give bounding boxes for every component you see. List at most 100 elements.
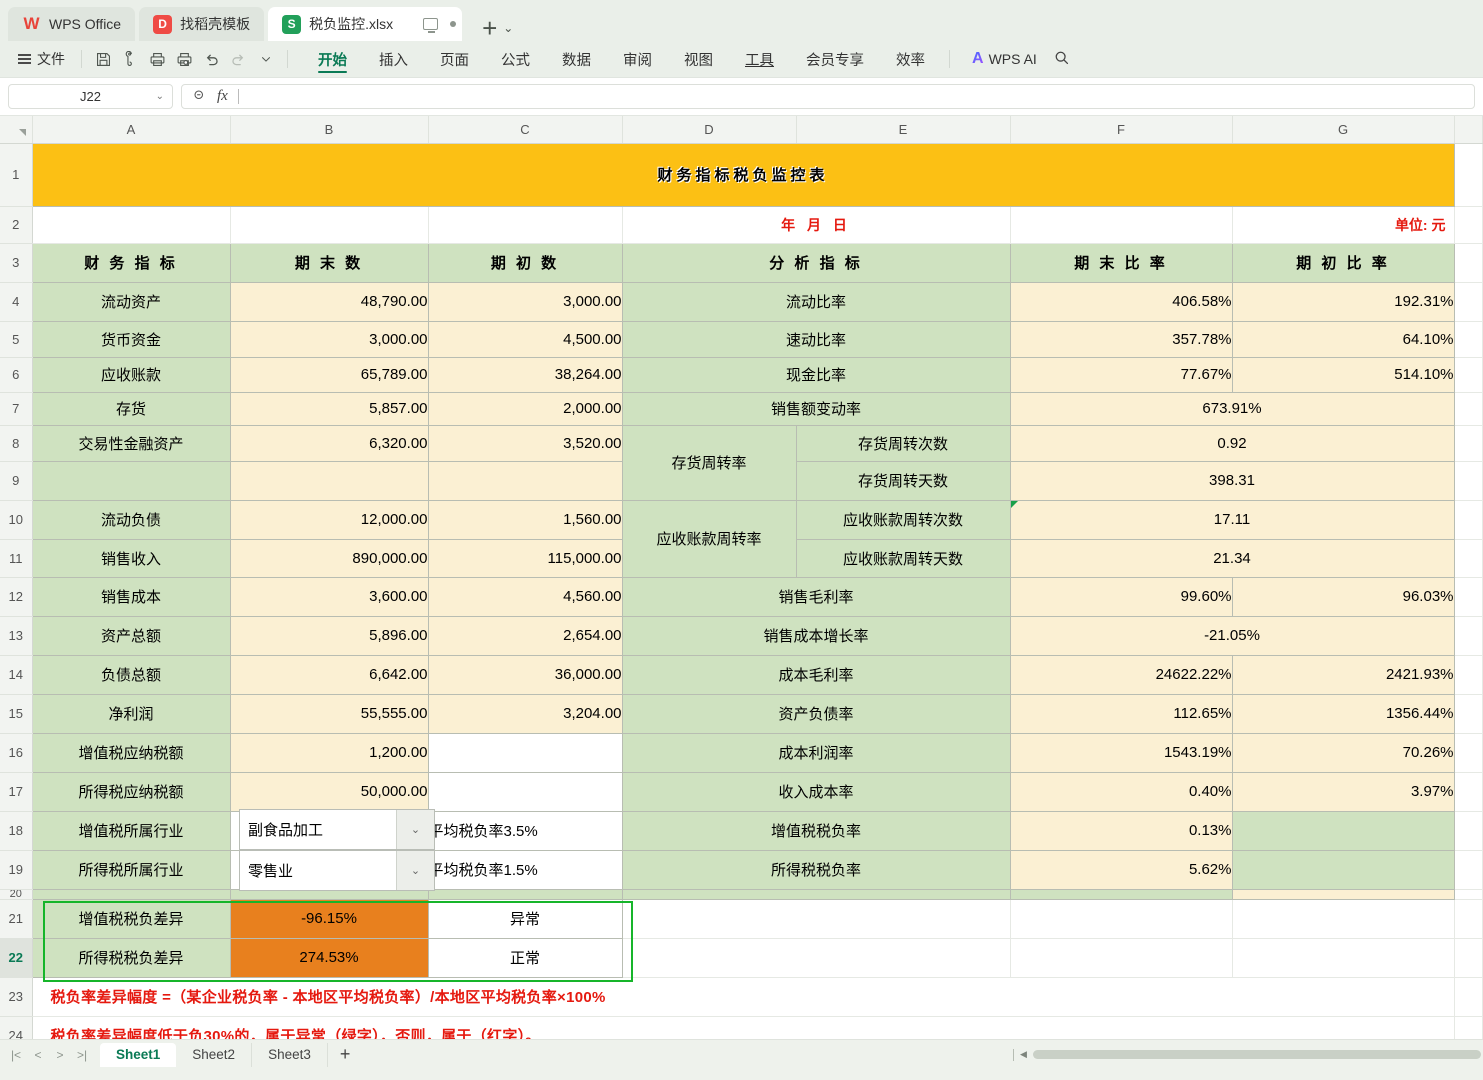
label-income-tax-burden-difference[interactable]: 所得税税负差异 bbox=[32, 938, 230, 977]
value-current-assets-end[interactable]: 48,790.00 bbox=[230, 282, 428, 321]
cell-F20[interactable] bbox=[1010, 889, 1232, 899]
value-sales-revenue-end[interactable]: 890,000.00 bbox=[230, 539, 428, 577]
last-sheet-icon[interactable]: >| bbox=[72, 1048, 92, 1062]
cell-blank[interactable] bbox=[1454, 357, 1483, 392]
save-as-icon[interactable] bbox=[117, 47, 144, 72]
vat-industry-value[interactable]: 副食品加工 bbox=[240, 810, 396, 849]
app-tab-docer-template[interactable]: D 找稻壳模板 bbox=[139, 7, 264, 41]
presentation-screen-icon[interactable] bbox=[423, 18, 438, 30]
row-header-21[interactable]: 21 bbox=[0, 899, 32, 938]
formula-input[interactable]: fx bbox=[181, 84, 1475, 109]
value-vat-payable-end[interactable]: 1,200.00 bbox=[230, 733, 428, 772]
cell-DE22[interactable] bbox=[622, 938, 1010, 977]
value-cost-profit-ratio-begin[interactable]: 70.26% bbox=[1232, 733, 1454, 772]
search-icon[interactable] bbox=[1053, 49, 1070, 69]
value-debt-asset-ratio-begin[interactable]: 1356.44% bbox=[1232, 694, 1454, 733]
label-vat-payable[interactable]: 增值税应纳税额 bbox=[32, 733, 230, 772]
label-debt-asset-ratio[interactable]: 资产负债率 bbox=[622, 694, 1010, 733]
ribbon-tab-tools[interactable]: 工具 bbox=[729, 42, 790, 76]
sheet-tab-sheet2[interactable]: Sheet2 bbox=[176, 1043, 252, 1067]
more-quick-actions-icon[interactable] bbox=[252, 47, 279, 72]
label-total-liabilities[interactable]: 负债总额 bbox=[32, 655, 230, 694]
value-debt-asset-ratio-end[interactable]: 112.65% bbox=[1010, 694, 1232, 733]
chevron-down-icon[interactable]: ⌄ bbox=[156, 91, 164, 102]
label-current-assets[interactable]: 流动资产 bbox=[32, 282, 230, 321]
cell-blank[interactable] bbox=[1454, 616, 1483, 655]
cell-blank[interactable] bbox=[1454, 392, 1483, 425]
value-sales-change-rate[interactable]: 673.91% bbox=[1010, 392, 1454, 425]
label-vat-burden-difference[interactable]: 增值税税负差异 bbox=[32, 899, 230, 938]
row-header-12[interactable]: 12 bbox=[0, 577, 32, 616]
cell-B2[interactable] bbox=[230, 206, 428, 243]
label-cash-ratio[interactable]: 现金比率 bbox=[622, 357, 1010, 392]
label-vat-burden-rate[interactable]: 增值税税负率 bbox=[622, 811, 1010, 850]
header-analysis[interactable]: 分 析 指 标 bbox=[622, 243, 1010, 282]
value-accounts-receivable-end[interactable]: 65,789.00 bbox=[230, 357, 428, 392]
next-sheet-icon[interactable]: > bbox=[50, 1048, 70, 1062]
row-header-15[interactable]: 15 bbox=[0, 694, 32, 733]
value-gross-profit-margin-begin[interactable]: 96.03% bbox=[1232, 577, 1454, 616]
label-inventory-turnover-days[interactable]: 存货周转天数 bbox=[796, 461, 1010, 500]
value-cash-ratio-end[interactable]: 77.67% bbox=[1010, 357, 1232, 392]
row-header-11[interactable]: 11 bbox=[0, 539, 32, 577]
file-menu-button[interactable]: 文件 bbox=[10, 49, 73, 69]
column-header-G[interactable]: G bbox=[1232, 116, 1454, 143]
ribbon-tab-efficiency[interactable]: 效率 bbox=[880, 42, 941, 76]
label-blank-row[interactable] bbox=[32, 461, 230, 500]
cell-F21[interactable] bbox=[1010, 899, 1232, 938]
ribbon-tab-formula[interactable]: 公式 bbox=[485, 42, 546, 76]
row-header-8[interactable]: 8 bbox=[0, 425, 32, 461]
header-indicator[interactable]: 财 务 指 标 bbox=[32, 243, 230, 282]
income-tax-industry-value[interactable]: 零售业 bbox=[240, 851, 396, 890]
column-header-A[interactable]: A bbox=[32, 116, 230, 143]
save-icon[interactable] bbox=[90, 47, 117, 72]
cell-DE20[interactable] bbox=[622, 889, 1010, 899]
cell-blank[interactable] bbox=[1454, 425, 1483, 461]
value-income-tax-burden-difference[interactable]: 274.53% bbox=[230, 938, 428, 977]
value-revenue-cost-ratio-begin[interactable]: 3.97% bbox=[1232, 772, 1454, 811]
chevron-down-icon[interactable]: ⌄ bbox=[503, 21, 513, 35]
value-total-liabilities-end[interactable]: 6,642.00 bbox=[230, 655, 428, 694]
value-cash-ratio-begin[interactable]: 514.10% bbox=[1232, 357, 1454, 392]
app-tab-workbook[interactable]: S 税负监控.xlsx bbox=[268, 7, 462, 41]
value-vat-payable-begin[interactable] bbox=[428, 733, 622, 772]
row-header-23[interactable]: 23 bbox=[0, 977, 32, 1016]
sheet-tab-sheet1[interactable]: Sheet1 bbox=[100, 1043, 176, 1067]
header-end-amount[interactable]: 期 末 数 bbox=[230, 243, 428, 282]
chevron-down-icon[interactable]: ⌄ bbox=[396, 851, 434, 890]
label-gross-profit-margin[interactable]: 销售毛利率 bbox=[622, 577, 1010, 616]
print-icon[interactable] bbox=[144, 47, 171, 72]
label-income-tax-payable[interactable]: 所得税应纳税额 bbox=[32, 772, 230, 811]
sheet-title[interactable]: 财务指标税负监控表 bbox=[32, 143, 1454, 206]
income-tax-industry-note[interactable]: 平均税负率1.5% bbox=[428, 850, 622, 889]
row-header-1[interactable]: 1 bbox=[0, 143, 32, 206]
date-label[interactable]: 年 月 日 bbox=[622, 206, 1010, 243]
cell-blank[interactable] bbox=[1454, 889, 1483, 899]
value-quick-ratio-begin[interactable]: 64.10% bbox=[1232, 321, 1454, 357]
prev-sheet-icon[interactable]: < bbox=[28, 1048, 48, 1062]
row-header-22[interactable]: 22 bbox=[0, 938, 32, 977]
value-inventory-begin[interactable]: 2,000.00 bbox=[428, 392, 622, 425]
cell-blank[interactable] bbox=[1454, 461, 1483, 500]
row-header-2[interactable]: 2 bbox=[0, 206, 32, 243]
insert-function-icon[interactable] bbox=[192, 88, 207, 106]
value-income-tax-payable-begin[interactable] bbox=[428, 772, 622, 811]
label-inventory-turnover-times[interactable]: 存货周转次数 bbox=[796, 425, 1010, 461]
value-net-profit-begin[interactable]: 3,204.00 bbox=[428, 694, 622, 733]
ribbon-tab-insert[interactable]: 插入 bbox=[363, 42, 424, 76]
cell-blank[interactable] bbox=[1454, 1016, 1483, 1039]
cell-C2[interactable] bbox=[428, 206, 622, 243]
value-monetary-funds-begin[interactable]: 4,500.00 bbox=[428, 321, 622, 357]
value-total-liabilities-begin[interactable]: 36,000.00 bbox=[428, 655, 622, 694]
cell-blank[interactable] bbox=[1454, 977, 1483, 1016]
value-net-profit-end[interactable]: 55,555.00 bbox=[230, 694, 428, 733]
cell-blank[interactable] bbox=[1454, 733, 1483, 772]
value-receivable-turnover-times[interactable]: 17.11 bbox=[1010, 500, 1454, 539]
tab-menu-icon[interactable] bbox=[450, 21, 456, 27]
status-income-tax-burden-difference[interactable]: 正常 bbox=[428, 938, 622, 977]
cell-blank[interactable] bbox=[1454, 694, 1483, 733]
row-header-9[interactable]: 9 bbox=[0, 461, 32, 500]
row-header-24[interactable]: 24 bbox=[0, 1016, 32, 1039]
wps-ai-button[interactable]: A WPS AI bbox=[972, 50, 1037, 68]
cell-G20[interactable] bbox=[1232, 889, 1454, 899]
